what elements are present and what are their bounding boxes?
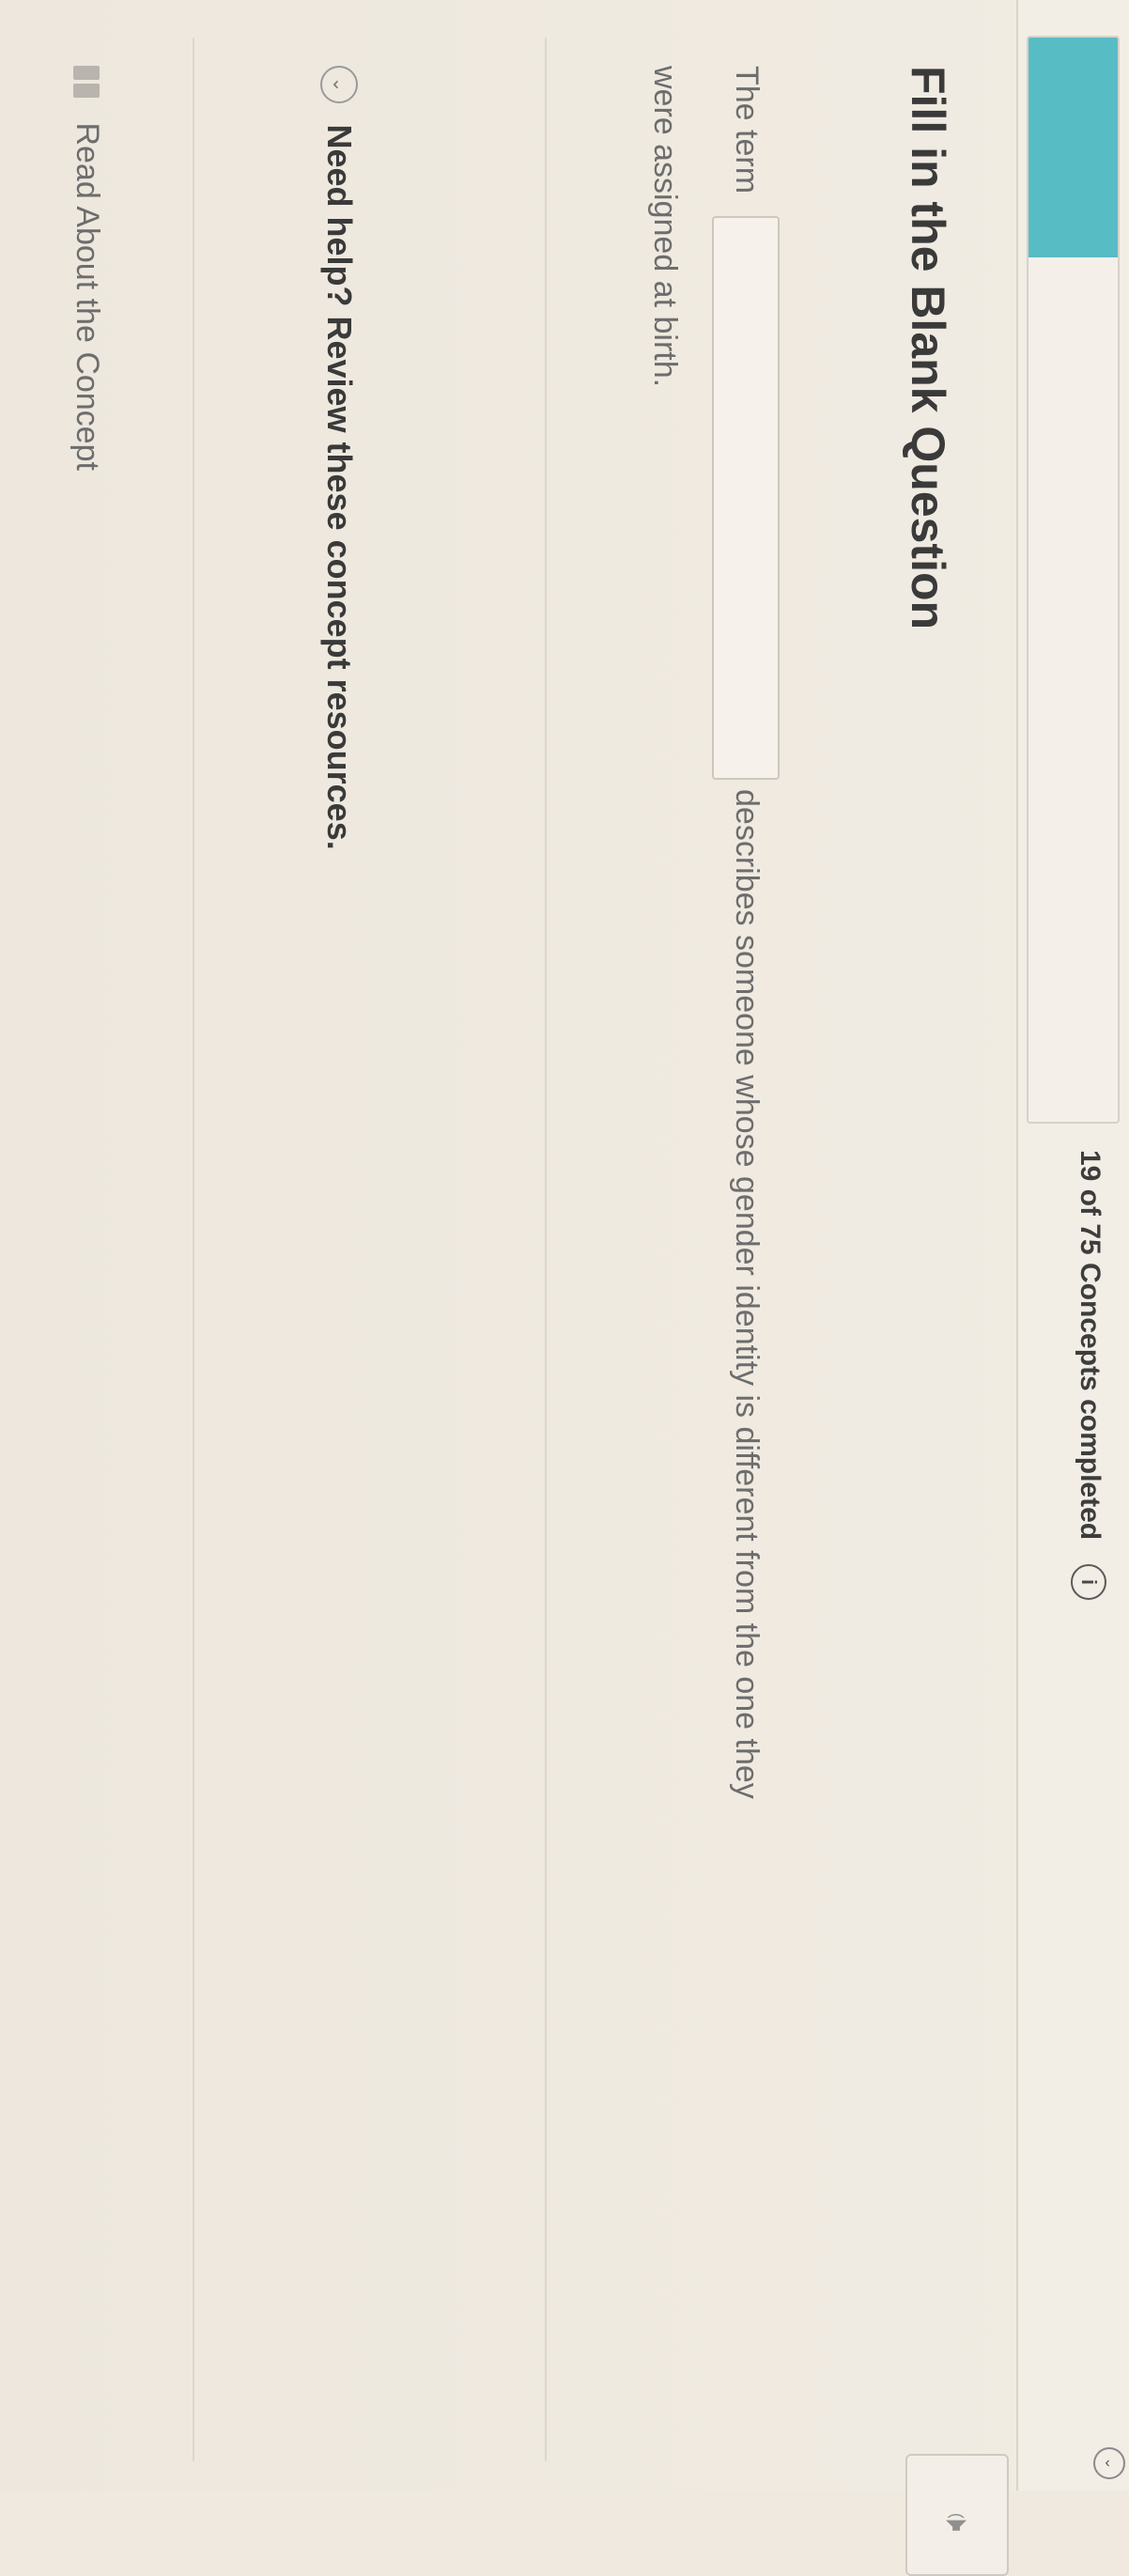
speaker-icon: 🕩: [938, 2510, 977, 2532]
chevron-down-icon[interactable]: ⌄: [320, 66, 358, 103]
question-title: Fill in the Blank Question: [902, 66, 954, 630]
sentence-start: The term: [729, 66, 765, 194]
resource-link-read-concept[interactable]: Read About the Concept: [69, 66, 105, 471]
blank-answer-input[interactable]: [712, 216, 780, 780]
screen: 19 of 75 Concepts completed i ⌄ Fill in …: [0, 0, 1129, 2576]
book-icon: [74, 66, 101, 98]
top-bar: 19 of 75 Concepts completed i ⌄: [1016, 0, 1129, 2491]
info-icon[interactable]: i: [1071, 1564, 1106, 1600]
progress-bar: [1027, 36, 1120, 1124]
progress-text: 19 of 75 Concepts completed: [1075, 1150, 1106, 1541]
expand-icon[interactable]: ⌄: [1093, 2447, 1125, 2479]
divider: [545, 38, 547, 2461]
sentence-end: describes someone whose gender identity …: [729, 789, 765, 1799]
sentence-line-2: were assigned at birth.: [647, 66, 683, 388]
help-label: Need help? Review these concept resource…: [320, 124, 359, 850]
divider: [193, 38, 194, 2461]
progress-fill: [1028, 38, 1118, 258]
help-toggle[interactable]: ⌄ Need help? Review these concept resour…: [312, 66, 359, 850]
resource-label[interactable]: Read About the Concept: [69, 122, 105, 471]
